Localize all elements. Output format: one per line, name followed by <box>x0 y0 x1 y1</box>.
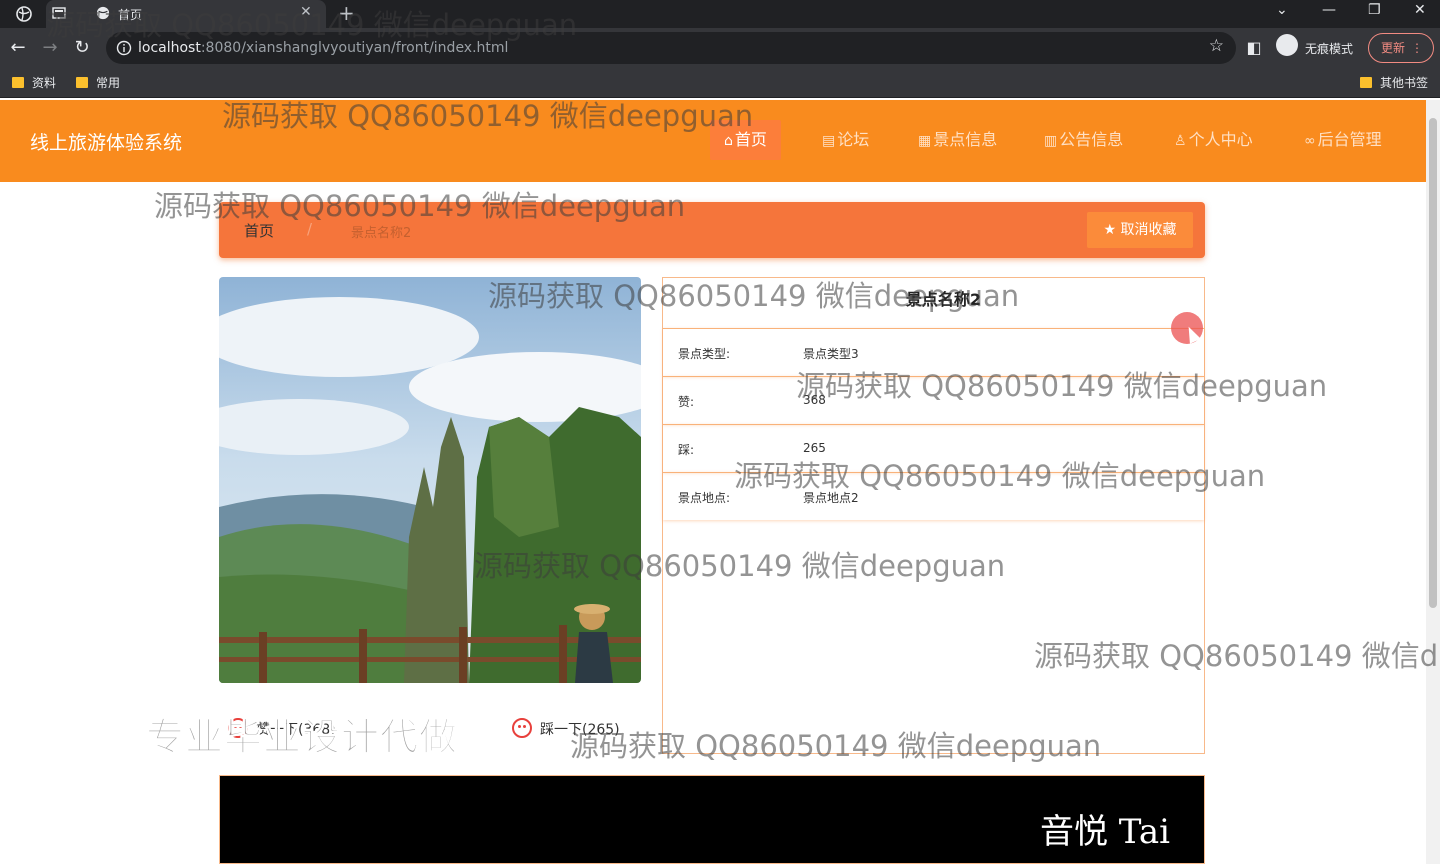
menu-item-admin[interactable]: ∞ 后台管理 <box>1290 120 1396 160</box>
detail-key: 景点类型: <box>678 347 731 361</box>
restore-icon[interactable]: ❐ <box>1368 2 1381 18</box>
update-button[interactable]: 更新 ⋮ <box>1368 33 1434 63</box>
incognito-icon[interactable] <box>1276 34 1298 56</box>
globe-icon[interactable] <box>16 6 32 22</box>
watermark: 源码获取 QQ86050149 微信deepguan <box>796 369 1328 403</box>
site-title: 线上旅游体验系统 <box>30 132 183 154</box>
chevron-down-icon[interactable]: ⌄ <box>1276 2 1288 18</box>
watermark: 源码获取 QQ86050149 微信deepguan <box>46 8 578 42</box>
scrollbar-thumb[interactable] <box>1429 118 1437 608</box>
incognito-label: 无痕模式 <box>1305 42 1354 56</box>
video-caption: 音悦 Tai <box>1040 812 1170 852</box>
detail-key: 赞: <box>678 395 695 409</box>
unfavorite-button[interactable]: ★ 取消收藏 <box>1087 212 1193 248</box>
folder-icon <box>12 77 24 88</box>
watermark: 源码获取 QQ86050149 微信deepguan <box>734 459 1266 493</box>
folder-icon <box>76 77 88 88</box>
back-icon[interactable]: ← <box>6 36 30 60</box>
more-menu-icon: ⋮ <box>1411 41 1423 55</box>
bookmark-folder-item[interactable]: 资料 <box>12 74 56 91</box>
menu-item-notice[interactable]: ▥ 公告信息 <box>1030 120 1137 160</box>
watermark-badge: 专业毕业设计代做 <box>145 715 459 760</box>
menu-item-scenic[interactable]: ▦ 景点信息 <box>904 120 1011 160</box>
detail-key: 景点地点: <box>678 491 731 505</box>
scenic-detail-panel: 景点名称2 景点类型: 景点类型3 赞: 368 踩: 265 景点地点: 景点… <box>662 277 1205 754</box>
watermark: 源码获取 QQ86050149 微信deepguan <box>474 549 1006 583</box>
home-icon: ⌂ <box>724 133 733 149</box>
bookmark-folder-item[interactable]: 常用 <box>76 74 120 91</box>
user-icon: ♙ <box>1174 133 1187 149</box>
detail-key: 踩: <box>678 443 695 457</box>
minimize-icon[interactable]: — <box>1322 2 1336 18</box>
other-bookmarks[interactable]: 其他书签 <box>1360 74 1428 91</box>
watermark: 源码获取 QQ86050149 微信d <box>1034 639 1439 673</box>
link-icon: ∞ <box>1304 133 1316 149</box>
scenic-photo <box>219 277 641 683</box>
video-player[interactable]: 音悦 Tai <box>219 775 1205 864</box>
watermark: 源码获取 QQ86050149 微信deepguan <box>488 279 1020 313</box>
side-panel-icon[interactable]: ◧ <box>1242 36 1266 60</box>
close-window-icon[interactable]: ✕ <box>1414 2 1426 18</box>
watermark: 源码获取 QQ86050149 微信deepguan <box>222 99 754 133</box>
page-scrollbar[interactable] <box>1426 100 1440 864</box>
bookmark-star-icon[interactable]: ☆ <box>1209 36 1224 56</box>
star-icon: ★ <box>1103 222 1117 238</box>
folder-icon <box>1360 77 1372 88</box>
forum-icon: ▤ <box>822 133 836 149</box>
detail-value: 景点类型3 <box>803 347 859 361</box>
frown-icon <box>512 718 532 738</box>
menu-item-profile[interactable]: ♙ 个人中心 <box>1160 120 1267 160</box>
menu-item-forum[interactable]: ▤ 论坛 <box>808 120 883 160</box>
watermark: 源码获取 QQ86050149 微信deepguan <box>154 189 686 223</box>
notice-icon: ▥ <box>1044 133 1058 149</box>
scenic-icon: ▦ <box>918 133 932 149</box>
watermark: 源码获取 QQ86050149 微信deepguan <box>570 729 1102 763</box>
